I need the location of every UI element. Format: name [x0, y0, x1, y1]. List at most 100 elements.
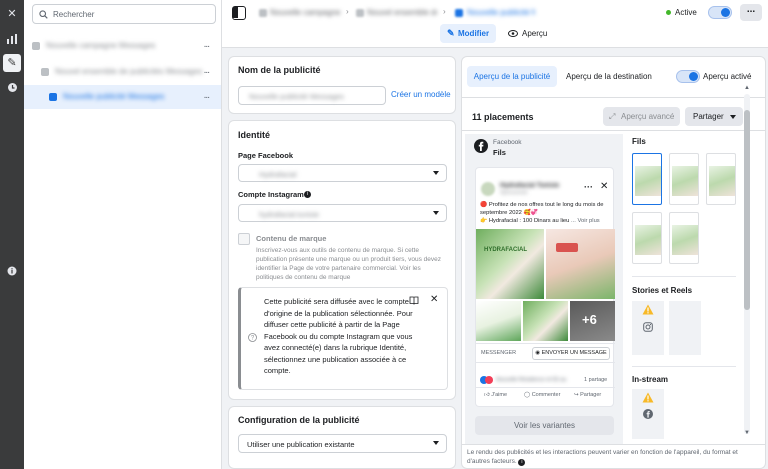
chevron-right-icon: ›: [443, 7, 446, 16]
info-icon[interactable]: i: [304, 191, 311, 198]
sidebar-toggle-icon[interactable]: [232, 6, 246, 20]
info-icon[interactable]: [3, 262, 21, 280]
create-template-link[interactable]: Créer un modèle: [391, 90, 451, 99]
tree-item-campaign[interactable]: Nouvelle campagne Messages ...: [24, 34, 221, 58]
ad-icon: [455, 9, 463, 17]
share-icon: ↪: [574, 392, 579, 398]
facebook-page-select[interactable]: Hydrafacial: [238, 164, 447, 182]
warning-icon: [642, 392, 654, 403]
placement-thumb-video-feed[interactable]: [632, 212, 662, 264]
placement-thumb-stories[interactable]: [632, 301, 664, 355]
eye-icon: [508, 30, 518, 37]
chart-icon[interactable]: [3, 30, 21, 48]
more-images-count: +6: [582, 312, 597, 327]
instream-section-title: In-stream: [632, 375, 669, 384]
advanced-preview-label: Aperçu avancé: [621, 112, 675, 121]
stories-section-title: Stories et Reels: [632, 286, 693, 295]
preview-scrollbar-thumb[interactable]: [744, 110, 750, 310]
warning-icon: [642, 304, 654, 315]
tab-ad-preview[interactable]: Aperçu de la publicité: [467, 66, 557, 87]
expand-icon: ⤢: [609, 112, 616, 121]
pencil-icon[interactable]: ✎: [3, 54, 21, 72]
close-icon[interactable]: ✕: [430, 294, 438, 305]
identity-info-box: ? Cette publicité sera diffusée avec le …: [238, 287, 448, 390]
tree-item-ad[interactable]: Nouvelle publicité Messages ...: [24, 85, 221, 109]
tab-edit[interactable]: ✎ Modifier: [440, 24, 496, 43]
tree-item-adset[interactable]: Nouvel ensemble de publicités Messages .…: [24, 60, 221, 84]
active-toggle[interactable]: [708, 6, 732, 19]
status-label: Active: [675, 8, 697, 17]
facebook-page-value: Hydrafacial: [259, 170, 297, 179]
divider: [462, 444, 766, 445]
post-text: 🔴 Profitez de nos offres tout le long du…: [480, 202, 604, 216]
ad-icon: [49, 93, 57, 101]
love-reaction-icon: [485, 376, 493, 384]
tab-preview-label: Aperçu: [522, 29, 548, 38]
ad-config-select[interactable]: Utiliser une publication existante: [238, 434, 447, 453]
post-author: Hydrafacial Tunisie: [500, 182, 560, 189]
see-more-link[interactable]: ... Voir plus: [571, 218, 600, 224]
chevron-right-icon: ›: [346, 7, 349, 16]
close-icon[interactable]: ✕: [600, 181, 608, 192]
placement-thumb-right-column[interactable]: [669, 212, 699, 264]
divider: [632, 366, 736, 367]
branded-content-checkbox[interactable]: [238, 233, 250, 245]
preview-toggle[interactable]: [676, 70, 700, 83]
placement-thumb-marketplace[interactable]: [706, 153, 736, 205]
placement-thumb-instream[interactable]: [632, 389, 664, 439]
like-label: J'aime: [491, 392, 508, 398]
scroll-down-icon[interactable]: ▼: [744, 430, 750, 436]
ad-config-title: Configuration de la publicité: [238, 415, 360, 425]
comment-button[interactable]: ◯ Commenter: [524, 392, 560, 398]
identity-info-text: Cette publicité sera diffusée avec le co…: [264, 297, 413, 375]
placements-count: 11 placements: [472, 112, 534, 122]
breadcrumb-campaign[interactable]: Nouvelle campagne Messages: [270, 8, 340, 17]
clock-icon[interactable]: [3, 79, 21, 97]
preview-footer: Le rendu des publicités et les interacti…: [467, 448, 757, 466]
placement-thumb-instagram-feed[interactable]: [669, 153, 699, 205]
ad-name-value: Nouvelle publicité Messages: [249, 92, 345, 101]
identity-title: Identité: [238, 130, 271, 140]
search-input[interactable]: Rechercher: [32, 4, 216, 24]
like-button[interactable]: 👍︎ J'aime: [484, 392, 507, 398]
close-icon[interactable]: ✕: [3, 5, 21, 23]
facebook-post-preview: Hydrafacial Tunisie Sponsorisé ··· ✕ 🔴 P…: [475, 167, 615, 407]
scroll-up-icon[interactable]: ▲: [744, 85, 750, 91]
share-post-button[interactable]: ↪ Partager: [574, 392, 601, 398]
status-dot: [666, 10, 671, 15]
post-image-2: [546, 229, 615, 299]
more-icon[interactable]: ···: [584, 182, 593, 192]
placement-thumb-facebook-feed[interactable]: [632, 153, 662, 205]
instagram-account-value: hydrafacial.tunisie: [259, 210, 320, 219]
search-placeholder: Rechercher: [53, 10, 95, 19]
ad-name-title: Nom de la publicité: [238, 65, 321, 75]
comment-icon: ◯: [524, 392, 531, 398]
chevron-down-icon: [433, 211, 439, 215]
placement-thumb-reels[interactable]: [669, 301, 701, 355]
book-icon[interactable]: [409, 296, 419, 305]
tab-destination-preview[interactable]: Aperçu de la destination: [566, 66, 656, 87]
divider: [462, 130, 766, 131]
placement-label: Fils: [493, 148, 506, 157]
advanced-preview-button[interactable]: ⤢ Aperçu avancé: [603, 107, 680, 126]
thumbs-up-icon: 👍︎: [484, 392, 490, 398]
campaign-icon: [259, 9, 267, 17]
post-image-4: [523, 301, 568, 341]
breadcrumb-ad[interactable]: Nouvelle publicité Messages: [467, 8, 535, 17]
more-icon[interactable]: ...: [204, 39, 210, 50]
view-variants-button[interactable]: Voir les variantes: [475, 416, 614, 435]
more-options-button[interactable]: ...: [740, 4, 762, 21]
breadcrumb-adset[interactable]: Nouvel ensemble de publicités: [367, 8, 437, 17]
adset-icon: [356, 9, 364, 17]
ad-name-input[interactable]: Nouvelle publicité Messages: [238, 86, 386, 105]
question-icon: ?: [248, 333, 257, 342]
more-icon[interactable]: ...: [204, 65, 210, 76]
instagram-account-select[interactable]: hydrafacial.tunisie: [238, 204, 447, 222]
tab-preview[interactable]: Aperçu: [502, 24, 552, 43]
share-button[interactable]: Partager: [685, 107, 743, 126]
send-message-button[interactable]: ◉ ENVOYER UN MESSAGE: [532, 347, 610, 360]
more-icon[interactable]: ...: [204, 90, 210, 101]
platform-label: Facebook: [493, 139, 522, 146]
post-image-5: +6: [570, 301, 615, 341]
info-icon[interactable]: i: [518, 459, 526, 466]
